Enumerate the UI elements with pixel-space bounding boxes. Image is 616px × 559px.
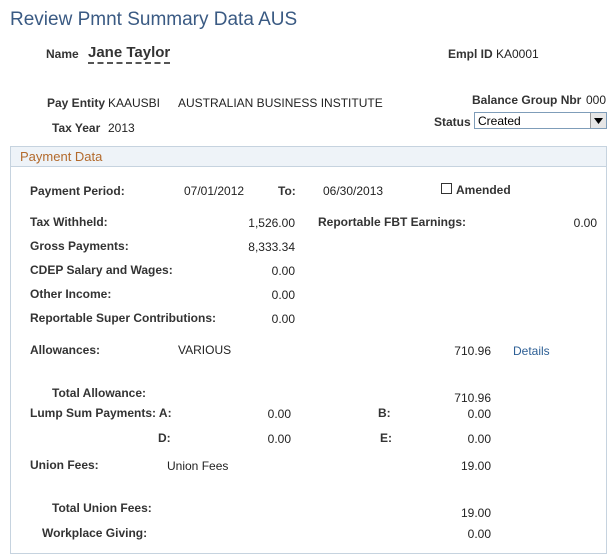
pay-entity-name: AUSTRALIAN BUSINESS INSTITUTE: [178, 96, 383, 110]
pay-entity-code: KAAUSBI: [108, 96, 161, 110]
tax-year-value: 2013: [108, 121, 135, 135]
tax-year-label: Tax Year: [52, 121, 101, 135]
gross-payments-label: Gross Payments:: [30, 239, 129, 253]
payment-period-to: 06/30/2013: [323, 184, 384, 198]
lump-sum-b-label: B:: [378, 406, 391, 420]
fbt-earnings-label: Reportable FBT Earnings:: [318, 215, 467, 229]
lump-sum-e-label: E:: [380, 431, 392, 445]
lump-sum-a-value: 0.00: [267, 407, 291, 421]
amended-checkbox[interactable]: [441, 183, 452, 194]
page-title: Review Pmnt Summary Data AUS: [10, 9, 298, 30]
other-income-label: Other Income:: [30, 287, 112, 301]
total-allowance-label: Total Allowance:: [52, 386, 147, 400]
to-label: To:: [278, 184, 296, 198]
status-select[interactable]: Created: [474, 112, 607, 129]
chevron-down-icon[interactable]: [590, 113, 606, 128]
balance-group-label: Balance Group Nbr: [472, 93, 582, 107]
union-fees-value: 19.00: [460, 459, 491, 473]
total-union-fees-label: Total Union Fees:: [52, 501, 152, 515]
cdep-value: 0.00: [271, 264, 295, 278]
name-label: Name: [46, 47, 79, 61]
lump-sum-d-label: D:: [158, 431, 171, 445]
tax-withheld-label: Tax Withheld:: [30, 215, 108, 229]
union-fees-type: Union Fees: [167, 459, 229, 473]
super-contributions-value: 0.00: [271, 312, 295, 326]
union-fees-label: Union Fees:: [30, 458, 99, 472]
lump-sum-b-value: 0.00: [467, 407, 491, 421]
allowances-type: VARIOUS: [178, 343, 232, 357]
total-union-fees-value: 19.00: [460, 506, 491, 520]
allowances-label: Allowances:: [30, 343, 101, 357]
pay-entity-label: Pay Entity: [47, 96, 106, 110]
payment-period-label: Payment Period:: [30, 184, 125, 198]
super-contributions-label: Reportable Super Contributions:: [30, 311, 216, 325]
status-selected-value: Created: [478, 114, 521, 128]
empl-id-value: KA0001: [496, 47, 539, 61]
total-allowance-value: 710.96: [454, 391, 491, 405]
tax-withheld-value: 1,526.00: [248, 216, 295, 230]
payment-period-from: 07/01/2012: [184, 184, 245, 198]
fbt-earnings-value: 0.00: [573, 216, 597, 230]
empl-id-label: Empl ID: [448, 47, 493, 61]
workplace-giving-label: Workplace Giving:: [42, 526, 148, 540]
employee-name[interactable]: Jane Taylor: [88, 44, 171, 64]
lump-sum-d-value: 0.00: [267, 432, 291, 446]
lump-sum-a-label: Lump Sum Payments: A:: [30, 406, 172, 420]
payment-data-title: Payment Data: [20, 149, 103, 164]
details-link[interactable]: Details: [513, 344, 550, 358]
cdep-label: CDEP Salary and Wages:: [30, 263, 173, 277]
amended-label: Amended: [456, 183, 511, 197]
status-label: Status: [434, 115, 471, 129]
other-income-value: 0.00: [271, 288, 295, 302]
allowances-value: 710.96: [454, 344, 491, 358]
workplace-giving-value: 0.00: [467, 527, 491, 541]
gross-payments-value: 8,333.34: [248, 240, 295, 254]
balance-group-value: 000: [586, 93, 607, 107]
lump-sum-e-value: 0.00: [467, 432, 491, 446]
